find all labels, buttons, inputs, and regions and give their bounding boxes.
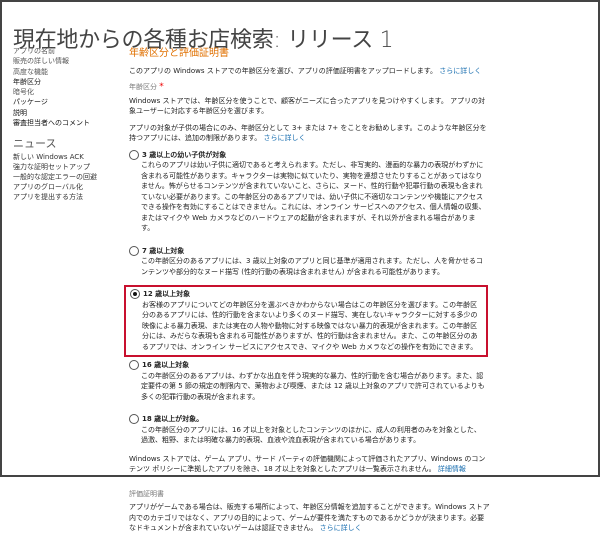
nav-item-notes-to-testers[interactable]: 審査担当者へのコメント bbox=[13, 118, 90, 128]
children-note-text: アプリの対象が子供の場合にのみ、年齢区分として 3+ または 7+ をことをお勧… bbox=[129, 123, 487, 143]
children-learn-more-link[interactable]: さらに詳しく bbox=[264, 134, 306, 142]
nav-item-advanced-features[interactable]: 高度な機能 bbox=[13, 67, 90, 77]
cert-learn-more-link[interactable]: さらに詳しく bbox=[320, 524, 362, 532]
store-note-text: Windows ストアでは、ゲーム アプリ、サード パーティの評価機関によって評… bbox=[129, 454, 486, 474]
nav-item-app-name[interactable]: アプリの名前 bbox=[13, 46, 90, 56]
age-option-18[interactable]: 18 歳以上が対象。 この年齢区分のアプリには、16 才以上を対象としたコンテン… bbox=[129, 414, 491, 446]
more-info-link[interactable]: 詳細情報 bbox=[438, 465, 466, 473]
option-label: 16 歳以上対象 bbox=[142, 361, 190, 369]
age-option-16[interactable]: 16 歳以上対象 この年齢区分のあるアプリは、わずかな出血を伴う現実的な暴力、性… bbox=[129, 360, 491, 402]
required-marker: * bbox=[159, 82, 164, 92]
option-description: これらのアプリは幼い子供に適切であると考えられます。ただし、非写実的、漫画的な暴… bbox=[141, 161, 486, 232]
nav-item-cryptography[interactable]: 暗号化 bbox=[13, 87, 90, 97]
section-heading: 年齢区分と評価証明書 bbox=[129, 48, 229, 59]
news-link[interactable]: 強力な証明セットアップ bbox=[13, 162, 97, 172]
news-link[interactable]: 新しい Windows ACK bbox=[13, 152, 97, 162]
learn-more-link[interactable]: さらに詳しく bbox=[439, 67, 481, 75]
nav-item-selling-details[interactable]: 販売の詳しい情報 bbox=[13, 56, 90, 66]
age-option-7[interactable]: 7 歳以上対象 この年齢区分のあるアプリには、3 歳以上対象のアプリと同じ基準が… bbox=[129, 245, 491, 278]
store-note: Windows ストアでは、ゲーム アプリ、サード パーティの評価機関によって評… bbox=[129, 454, 491, 475]
news-link[interactable]: アプリのグローバル化 bbox=[13, 182, 97, 192]
cert-text: アプリがゲームである場合は、販売する場所によって、年齢区分情報を追加することがで… bbox=[129, 502, 491, 534]
option-description: この年齢区分のあるアプリには、3 歳以上対象のアプリと同じ基準が適用されます。た… bbox=[141, 257, 483, 276]
age-rating-intro: Windows ストアでは、年齢区分を使うことで、顧客がニーズに合ったアプリを見… bbox=[129, 96, 486, 116]
age-option-3[interactable]: 3 歳以上の幼い子供が対象 これらのアプリは幼い子供に適切であると考えられます。… bbox=[129, 149, 491, 234]
radio-18plus[interactable] bbox=[129, 414, 139, 425]
nav-item-age-rating[interactable]: 年齢区分 bbox=[13, 77, 90, 87]
sidebar-nav: アプリの名前 販売の詳しい情報 高度な機能 年齢区分 暗号化 パッケージ 説明 … bbox=[13, 46, 90, 128]
age-option-12-selected[interactable]: 12 歳以上対象 お客様のアプリについてどの年齢区分を選ぶべきかわからない場合は… bbox=[124, 285, 488, 357]
main-content: 年齢区分と評価証明書 このアプリの Windows ストアでの年齢区分を選び、ア… bbox=[124, 46, 491, 540]
news-link[interactable]: 一般的な認定エラーの回避 bbox=[13, 172, 97, 182]
option-description: この年齢区分のあるアプリは、わずかな出血を伴う現実的な暴力、性的行動を含む場合が… bbox=[141, 371, 485, 401]
cert-text-body: アプリがゲームである場合は、販売する場所によって、年齢区分情報を追加することがで… bbox=[129, 503, 490, 532]
radio-16plus[interactable] bbox=[129, 360, 139, 371]
option-label: 3 歳以上の幼い子供が対象 bbox=[142, 150, 227, 159]
children-note: アプリの対象が子供の場合にのみ、年齢区分として 3+ または 7+ をことをお勧… bbox=[129, 123, 491, 144]
nav-item-packages[interactable]: パッケージ bbox=[13, 97, 90, 107]
option-label: 7 歳以上対象 bbox=[142, 246, 185, 255]
cert-label: 評価証明書 bbox=[129, 489, 164, 498]
age-rating-label: 年齢区分 * bbox=[129, 82, 491, 93]
radio-3plus[interactable] bbox=[129, 149, 139, 160]
intro-text-body: このアプリの Windows ストアでの年齢区分を選び、アプリの評価証明書をアッ… bbox=[129, 66, 437, 75]
option-description: お客様のアプリについてどの年齢区分を選ぶべきかわからない場合はこの年齢区分を選び… bbox=[142, 300, 478, 351]
news-list: 新しい Windows ACK 強力な証明セットアップ 一般的な認定エラーの回避… bbox=[13, 152, 97, 202]
option-description: この年齢区分のアプリには、16 才以上を対象としたコンテンツのほかに、成人の利用… bbox=[141, 425, 481, 445]
option-label: 12 歳以上対象 bbox=[143, 290, 191, 298]
news-heading: ニュース bbox=[13, 137, 57, 150]
radio-12plus[interactable] bbox=[130, 289, 140, 300]
radio-7plus[interactable] bbox=[129, 245, 139, 256]
nav-item-description[interactable]: 説明 bbox=[13, 108, 90, 118]
intro-text: このアプリの Windows ストアでの年齢区分を選び、アプリの評価証明書をアッ… bbox=[129, 66, 491, 77]
age-rating-label-text: 年齢区分 bbox=[129, 83, 157, 91]
news-link[interactable]: アプリを提出する方法 bbox=[13, 192, 97, 202]
option-label: 18 歳以上が対象。 bbox=[142, 415, 204, 423]
